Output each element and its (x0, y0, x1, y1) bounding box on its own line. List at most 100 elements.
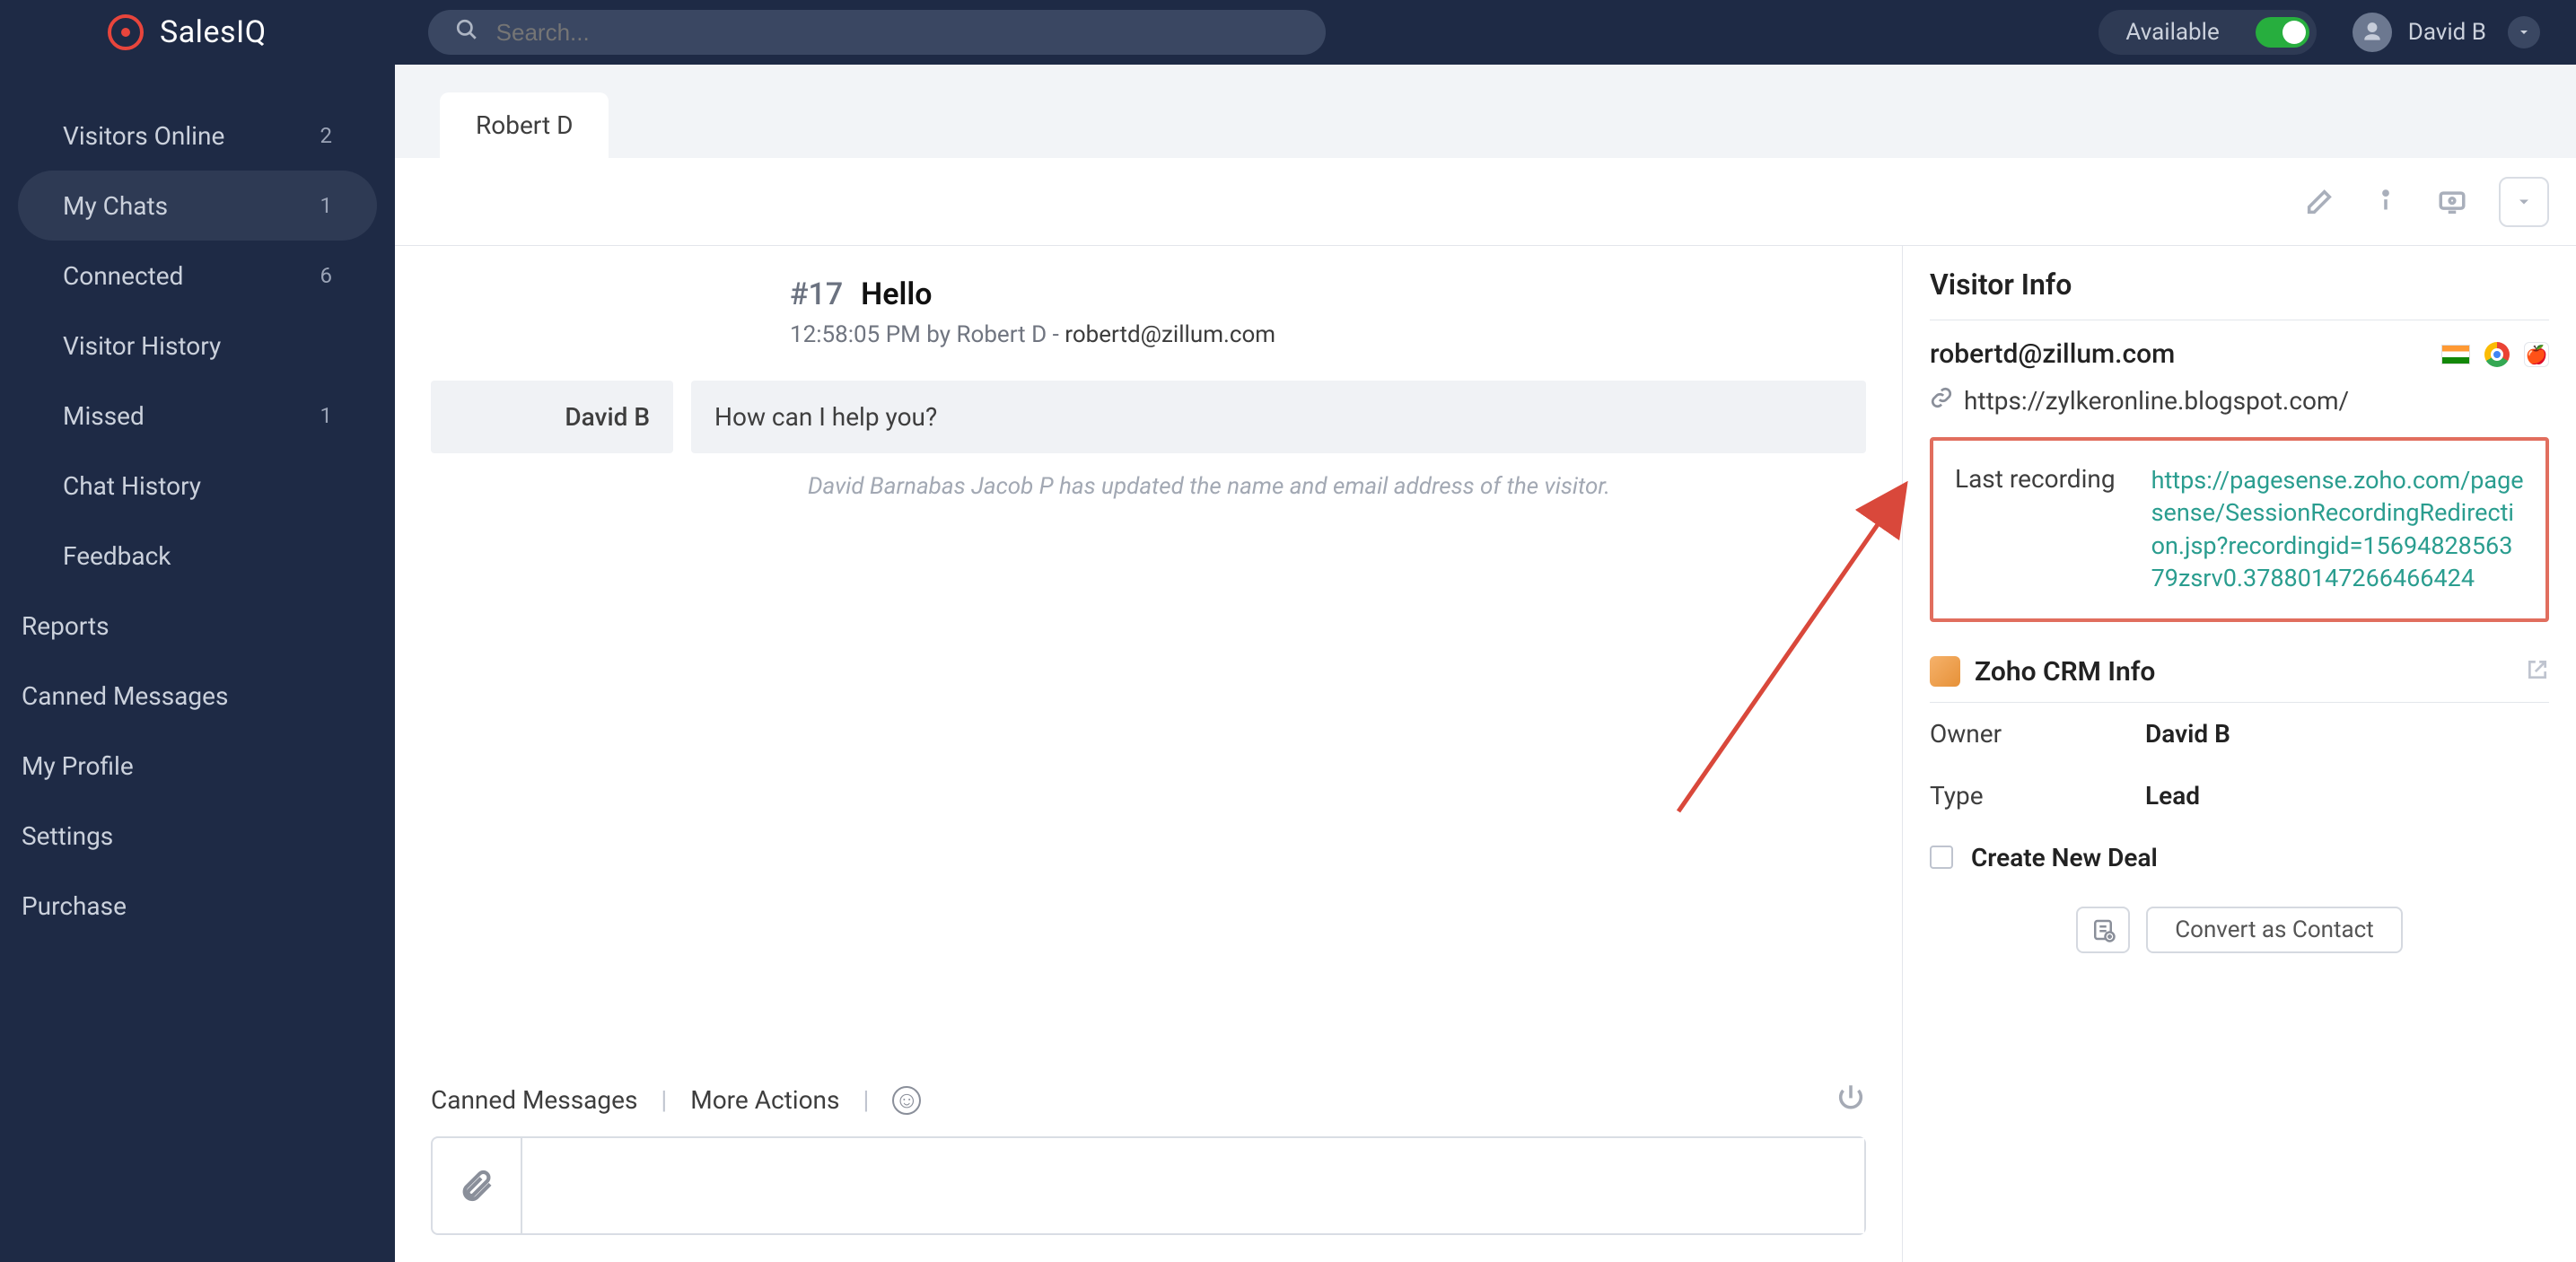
system-note: David Barnabas Jacob P has updated the n… (808, 473, 1902, 500)
sidebar-item-visitors-online[interactable]: Visitors Online 2 (18, 101, 377, 171)
user-menu-caret[interactable] (2508, 16, 2540, 48)
last-recording-box: Last recording https://pagesense.zoho.co… (1930, 437, 2549, 622)
sidebar-item-chat-history[interactable]: Chat History (18, 451, 377, 521)
sidebar-item-label: Missed (63, 401, 145, 431)
create-deal-label: Create New Deal (1971, 843, 2158, 872)
sidebar-item-badge: 6 (320, 263, 333, 288)
sidebar-item-label: My Chats (63, 191, 168, 221)
search-bar[interactable] (428, 10, 1326, 55)
search-input[interactable] (496, 19, 1299, 47)
tabs-row: Robert D (395, 65, 2576, 158)
composer-area: Canned Messages | More Actions | ☺ (395, 1055, 1902, 1262)
avatar-icon (2353, 13, 2392, 52)
sidebar-item-my-chats[interactable]: My Chats 1 (18, 171, 377, 241)
notes-button[interactable] (2076, 907, 2130, 953)
crm-section-header: Zoho CRM Info (1930, 635, 2549, 703)
sidebar-item-badge: 1 (320, 193, 333, 218)
top-bar: SalesIQ Available David B (0, 0, 2576, 65)
sidebar-item-badge: 1 (320, 403, 333, 428)
tab-visitor[interactable]: Robert D (440, 92, 609, 158)
app-name: SalesIQ (160, 14, 267, 50)
sidebar-item-label: Visitor History (63, 331, 221, 361)
chat-column: #17 Hello 12:58:05 PM by Robert D - robe… (395, 246, 1903, 1262)
visitor-info-title: Visitor Info (1930, 267, 2549, 320)
sidebar-item-missed[interactable]: Missed 1 (18, 381, 377, 451)
tab-label: Robert D (476, 110, 573, 140)
toolbar-dropdown[interactable] (2499, 177, 2549, 227)
flag-india-icon (2441, 345, 2470, 364)
salesiq-logo-icon (108, 14, 144, 50)
message-text: How can I help you? (691, 381, 1866, 453)
crm-type-row: Type Lead (1930, 765, 2549, 827)
sidebar-item-label: Chat History (63, 471, 201, 501)
sidebar-item-reports[interactable]: Reports (18, 591, 377, 661)
screen-share-icon[interactable] (2432, 182, 2472, 222)
convert-contact-label: Convert as Contact (2175, 916, 2374, 943)
sidebar-item-label: Settings (22, 821, 113, 851)
sidebar-item-purchase[interactable]: Purchase (18, 871, 377, 941)
chat-meta: 12:58:05 PM by Robert D - robertd@zillum… (790, 321, 1902, 348)
sidebar-item-connected[interactable]: Connected 6 (18, 241, 377, 311)
message-sender: David B (431, 381, 673, 453)
availability-toggle[interactable] (2256, 17, 2309, 48)
chat-header: #17 Hello 12:58:05 PM by Robert D - robe… (395, 246, 1902, 375)
convert-contact-button[interactable]: Convert as Contact (2146, 907, 2403, 953)
crm-icon (1930, 656, 1960, 687)
end-chat-icon[interactable] (1836, 1082, 1866, 1118)
last-recording-link[interactable]: https://pagesense.zoho.com/pagesense/Ses… (2151, 464, 2524, 595)
create-deal-row[interactable]: Create New Deal (1930, 827, 2549, 889)
crm-type-label: Type (1930, 781, 2145, 811)
sidebar-item-feedback[interactable]: Feedback (18, 521, 377, 591)
composer-links: Canned Messages | More Actions | ☺ (431, 1073, 1866, 1136)
chat-subject: Hello (861, 276, 932, 312)
crm-owner-row: Owner David B (1930, 703, 2549, 765)
sidebar-item-badge: 2 (320, 123, 333, 148)
chat-id: #17 (790, 276, 843, 312)
user-menu[interactable]: David B (2353, 13, 2540, 52)
edit-icon[interactable] (2300, 182, 2339, 222)
checkbox-icon[interactable] (1930, 846, 1953, 869)
chat-meta-time: 12:58:05 PM by Robert D - (790, 321, 1065, 348)
crm-type-value: Lead (2145, 781, 2200, 811)
sidebar-item-label: Visitors Online (63, 121, 224, 151)
sidebar-item-label: Reports (22, 611, 110, 641)
visitor-email: robertd@zillum.com (1930, 338, 2175, 370)
sidebar: Visitors Online 2 My Chats 1 Connected 6… (0, 65, 395, 1262)
canned-messages-link[interactable]: Canned Messages (431, 1085, 637, 1115)
message-row: David B How can I help you? (395, 381, 1902, 453)
separator: | (661, 1085, 667, 1115)
message-input[interactable] (522, 1138, 1864, 1233)
crm-owner-value: David B (2145, 719, 2230, 749)
availability-status[interactable]: Available (2098, 10, 2316, 55)
attach-button[interactable] (433, 1138, 522, 1233)
sidebar-item-label: Purchase (22, 891, 127, 921)
link-icon (1930, 386, 1953, 416)
chat-toolbar (395, 158, 2576, 246)
status-label: Available (2125, 19, 2219, 46)
open-external-icon[interactable] (2526, 658, 2549, 685)
sidebar-item-my-profile[interactable]: My Profile (18, 731, 377, 801)
sidebar-item-canned-messages[interactable]: Canned Messages (18, 661, 377, 731)
visitor-url[interactable]: https://zylkeronline.blogspot.com/ (1964, 386, 2349, 416)
crm-actions: Convert as Contact (1930, 889, 2549, 953)
visitor-url-row: https://zylkeronline.blogspot.com/ (1930, 379, 2549, 437)
search-icon (455, 18, 478, 48)
content-area: Robert D #17 Hello (395, 65, 2576, 1262)
app-logo[interactable]: SalesIQ (108, 14, 267, 50)
sidebar-item-label: Connected (63, 261, 183, 291)
sidebar-item-label: Feedback (63, 541, 171, 571)
sidebar-item-label: My Profile (22, 751, 134, 781)
crm-title: Zoho CRM Info (1975, 656, 2155, 688)
sidebar-item-visitor-history[interactable]: Visitor History (18, 311, 377, 381)
sidebar-item-label: Canned Messages (22, 681, 228, 711)
info-icon[interactable] (2366, 182, 2405, 222)
emoji-icon[interactable]: ☺ (892, 1086, 921, 1115)
composer (431, 1136, 1866, 1235)
last-recording-label: Last recording (1955, 464, 2116, 595)
apple-icon: 🍎 (2524, 342, 2549, 367)
more-actions-link[interactable]: More Actions (690, 1085, 839, 1115)
visitor-meta-icons: 🍎 (2441, 342, 2549, 367)
visitor-info-panel: Visitor Info robertd@zillum.com 🍎 https:… (1903, 246, 2576, 1262)
sidebar-item-settings[interactable]: Settings (18, 801, 377, 871)
chat-meta-email: robertd@zillum.com (1065, 321, 1275, 348)
